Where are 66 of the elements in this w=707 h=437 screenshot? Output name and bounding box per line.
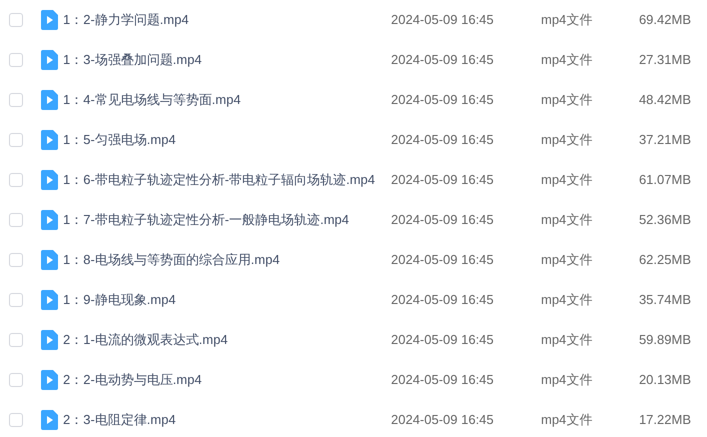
file-name[interactable]: 1：7-带电粒子轨迹定性分析-一般静电场轨迹.mp4: [63, 210, 391, 230]
file-size: 52.36MB: [638, 211, 691, 230]
modified-date: 2024-05-09 16:45: [391, 51, 495, 70]
modified-date: 2024-05-09 16:45: [391, 11, 495, 30]
file-type: mp4文件: [541, 371, 594, 390]
file-size: 20.13MB: [638, 371, 691, 390]
file-type: mp4文件: [541, 51, 594, 70]
video-file-icon: [41, 130, 58, 150]
file-name[interactable]: 1：8-电场线与等势面的综合应用.mp4: [63, 250, 391, 270]
file-type: mp4文件: [541, 291, 594, 310]
file-name[interactable]: 2：3-电阻定律.mp4: [63, 410, 391, 430]
checkbox[interactable]: [9, 173, 23, 187]
file-size: 59.89MB: [638, 331, 691, 350]
file-size: 62.25MB: [638, 251, 691, 270]
checkbox[interactable]: [9, 53, 23, 67]
file-size: 61.07MB: [638, 171, 691, 190]
checkbox[interactable]: [9, 333, 23, 347]
video-file-icon: [41, 170, 58, 190]
file-type: mp4文件: [541, 11, 594, 30]
file-type: mp4文件: [541, 331, 594, 350]
video-file-icon: [41, 50, 58, 70]
file-name[interactable]: 1：3-场强叠加问题.mp4: [63, 50, 391, 70]
video-file-icon: [41, 90, 58, 110]
modified-date: 2024-05-09 16:45: [391, 371, 495, 390]
video-file-icon: [41, 210, 58, 230]
file-name[interactable]: 2：1-电流的微观表达式.mp4: [63, 330, 391, 350]
file-name[interactable]: 1：2-静力学问题.mp4: [63, 10, 391, 30]
checkbox[interactable]: [9, 293, 23, 307]
video-file-icon: [41, 410, 58, 430]
modified-date: 2024-05-09 16:45: [391, 171, 495, 190]
modified-date: 2024-05-09 16:45: [391, 331, 495, 350]
checkbox[interactable]: [9, 93, 23, 107]
video-file-icon: [41, 370, 58, 390]
file-name[interactable]: 1：4-常见电场线与等势面.mp4: [63, 90, 391, 110]
file-size: 48.42MB: [638, 91, 691, 110]
checkbox[interactable]: [9, 133, 23, 147]
modified-date: 2024-05-09 16:45: [391, 91, 495, 110]
modified-date: 2024-05-09 16:45: [391, 411, 495, 430]
file-type: mp4文件: [541, 251, 594, 270]
modified-date: 2024-05-09 16:45: [391, 131, 495, 150]
checkbox[interactable]: [9, 413, 23, 427]
modified-date: 2024-05-09 16:45: [391, 251, 495, 270]
file-size: 35.74MB: [638, 291, 691, 310]
modified-date: 2024-05-09 16:45: [391, 291, 495, 310]
video-file-icon: [41, 10, 58, 30]
checkbox[interactable]: [9, 373, 23, 387]
video-file-icon: [41, 290, 58, 310]
file-type: mp4文件: [541, 211, 594, 230]
video-file-icon: [41, 330, 58, 350]
file-type: mp4文件: [541, 411, 594, 430]
file-size: 69.42MB: [638, 11, 691, 30]
modified-date: 2024-05-09 16:45: [391, 211, 495, 230]
file-name[interactable]: 1：5-匀强电场.mp4: [63, 130, 391, 150]
checkbox[interactable]: [9, 13, 23, 27]
file-type: mp4文件: [541, 131, 594, 150]
file-name[interactable]: 1：9-静电现象.mp4: [63, 290, 391, 310]
file-name[interactable]: 1：6-带电粒子轨迹定性分析-带电粒子辐向场轨迹.mp4: [63, 170, 391, 190]
video-file-icon: [41, 250, 58, 270]
file-size: 37.21MB: [638, 131, 691, 150]
file-type: mp4文件: [541, 91, 594, 110]
checkbox[interactable]: [9, 253, 23, 267]
file-type: mp4文件: [541, 171, 594, 190]
file-name[interactable]: 2：2-电动势与电压.mp4: [63, 370, 391, 390]
file-size: 27.31MB: [638, 51, 691, 70]
checkbox[interactable]: [9, 213, 23, 227]
file-size: 17.22MB: [638, 411, 691, 430]
